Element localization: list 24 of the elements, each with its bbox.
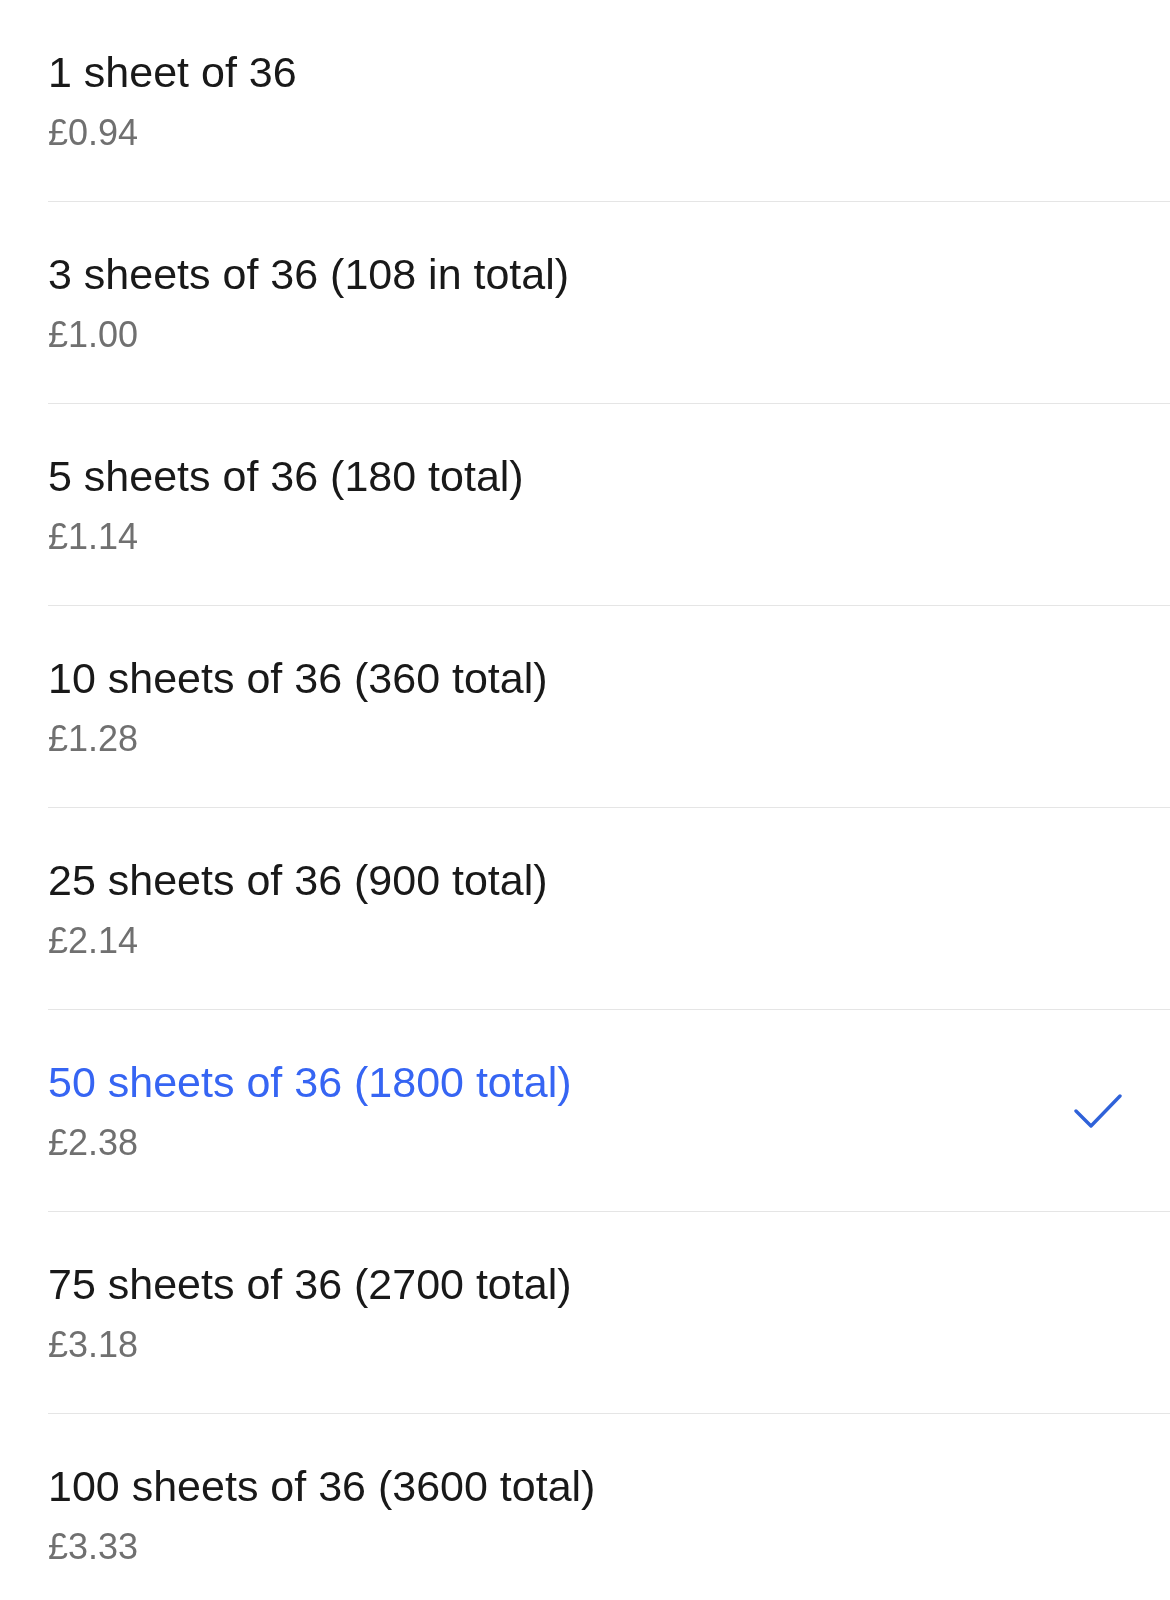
option-price: £2.14	[48, 919, 139, 963]
option-label: 10 sheets of 36 (360 total)	[48, 653, 548, 704]
option-price: £1.28	[48, 717, 139, 761]
option-label: 50 sheets of 36 (1800 total)	[48, 1057, 572, 1108]
option-label: 3 sheets of 36 (108 in total)	[48, 249, 570, 300]
option-price: £1.00	[48, 313, 139, 357]
quantity-option[interactable]: 1 sheet of 36 £0.94	[48, 0, 1170, 202]
option-price: £1.14	[48, 515, 139, 559]
option-label: 75 sheets of 36 (2700 total)	[48, 1259, 572, 1310]
option-price: £2.38	[48, 1121, 139, 1165]
quantity-option[interactable]: 75 sheets of 36 (2700 total) £3.18	[48, 1212, 1170, 1414]
quantity-option[interactable]: 50 sheets of 36 (1800 total) £2.38	[48, 1010, 1170, 1212]
option-label: 5 sheets of 36 (180 total)	[48, 451, 524, 502]
quantity-option[interactable]: 3 sheets of 36 (108 in total) £1.00	[48, 202, 1170, 404]
option-price: £3.33	[48, 1525, 139, 1569]
quantity-option[interactable]: 10 sheets of 36 (360 total) £1.28	[48, 606, 1170, 808]
option-price: £0.94	[48, 111, 139, 155]
option-label: 25 sheets of 36 (900 total)	[48, 855, 548, 906]
quantity-option[interactable]: 100 sheets of 36 (3600 total) £3.33	[48, 1414, 1170, 1585]
option-label: 1 sheet of 36	[48, 47, 297, 98]
option-label: 100 sheets of 36 (3600 total)	[48, 1461, 596, 1512]
option-price: £3.18	[48, 1323, 139, 1367]
quantity-option[interactable]: 5 sheets of 36 (180 total) £1.14	[48, 404, 1170, 606]
quantity-option[interactable]: 25 sheets of 36 (900 total) £2.14	[48, 808, 1170, 1010]
